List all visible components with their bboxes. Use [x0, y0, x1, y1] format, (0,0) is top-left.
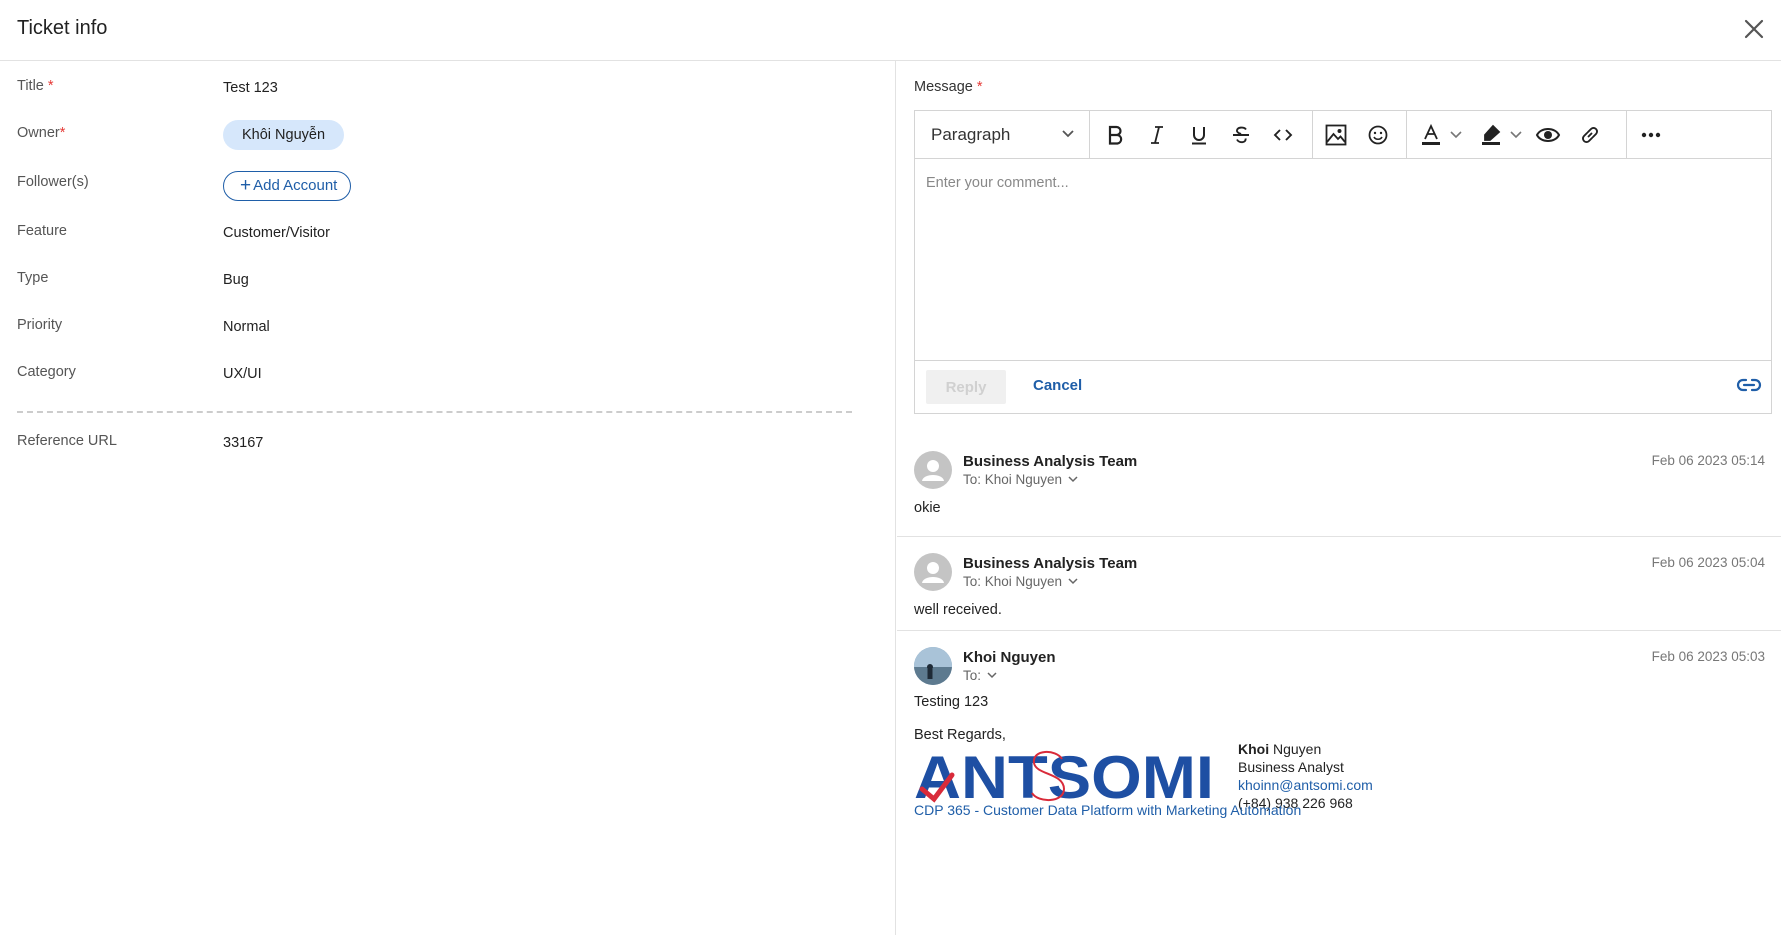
- field-label: Reference URL: [17, 433, 117, 449]
- field-category: Category UX/UI: [17, 364, 877, 394]
- message-item: Business Analysis Team To: Khoi Nguyen F…: [897, 536, 1781, 630]
- field-label: Title *: [17, 78, 54, 94]
- signature-email-link[interactable]: khoinn@antsomi.com: [1238, 776, 1373, 794]
- chevron-down-icon: [987, 672, 997, 679]
- editor-toolbar: Paragraph: [915, 111, 1771, 159]
- recipient-toggle[interactable]: To: Khoi Nguyen: [963, 472, 1078, 487]
- avatar: [914, 451, 952, 489]
- field-label: Follower(s): [17, 174, 89, 190]
- feature-value[interactable]: Customer/Visitor: [223, 225, 330, 241]
- sender-name: Business Analysis Team: [963, 453, 1138, 470]
- field-label: Category: [17, 364, 76, 380]
- underline-icon[interactable]: [1185, 121, 1213, 149]
- message-timestamp: Feb 06 2023 05:14: [1651, 453, 1765, 468]
- field-reference-url: Reference URL 33167: [17, 433, 877, 463]
- message-editor: Paragraph Enter your comment... Reply Ca…: [914, 110, 1772, 414]
- add-account-button[interactable]: + Add Account: [223, 171, 352, 201]
- field-followers: Follower(s) + Add Account: [17, 171, 877, 204]
- svg-text:ANTSOMI: ANTSOMI: [914, 747, 1214, 805]
- message-body: okie: [914, 500, 941, 516]
- reference-link[interactable]: 33167: [223, 435, 263, 451]
- chevron-down-icon: [1062, 130, 1074, 138]
- block-format-dropdown[interactable]: Paragraph: [915, 111, 1090, 158]
- sender-name: Business Analysis Team: [963, 555, 1138, 572]
- italic-icon[interactable]: [1143, 121, 1171, 149]
- required-marker: *: [976, 79, 983, 95]
- message-item: Business Analysis Team To: Khoi Nguyen F…: [897, 444, 1781, 536]
- signature-regards: Best Regards,: [914, 727, 1006, 743]
- message-item: Khoi Nguyen To: Feb 06 2023 05:03 Testin…: [897, 630, 1781, 935]
- recipient-toggle[interactable]: To: Khoi Nguyen: [963, 574, 1078, 589]
- code-icon[interactable]: [1269, 121, 1297, 149]
- required-marker: *: [59, 125, 66, 141]
- chevron-down-icon: [1068, 476, 1078, 483]
- field-label: Feature: [17, 223, 67, 239]
- bold-icon[interactable]: [1101, 121, 1129, 149]
- image-icon[interactable]: [1322, 121, 1350, 149]
- signature-name: Khoi Nguyen: [1238, 741, 1322, 757]
- field-owner: Owner* Khôi Nguyễn: [17, 120, 877, 155]
- antsomi-logo: ANTSOMI: [914, 744, 1224, 811]
- link-icon[interactable]: [1576, 121, 1604, 149]
- editor-footer: Reply Cancel: [915, 360, 1771, 413]
- message-panel: Message * Paragraph Enter your comment..…: [897, 61, 1781, 935]
- ticket-fields-panel: Title * Test 123 Owner* Khôi Nguyễn Foll…: [0, 61, 896, 935]
- message-body: well received.: [914, 602, 1002, 618]
- owner-chip[interactable]: Khôi Nguyễn: [223, 120, 345, 150]
- strikethrough-icon[interactable]: [1227, 121, 1255, 149]
- message-label: Message *: [914, 79, 983, 95]
- message-timestamp: Feb 06 2023 05:04: [1651, 555, 1765, 570]
- close-icon[interactable]: [1741, 16, 1767, 42]
- field-feature: Feature Customer/Visitor: [17, 223, 877, 253]
- field-label: Priority: [17, 317, 63, 333]
- field-title: Title * Test 123: [17, 78, 877, 108]
- field-priority: Priority Normal: [17, 317, 877, 347]
- field-type: Type Bug: [17, 270, 877, 300]
- highlight-icon[interactable]: [1477, 121, 1505, 149]
- preview-icon[interactable]: [1534, 121, 1562, 149]
- message-divider: [897, 630, 1781, 631]
- avatar: [914, 553, 952, 591]
- chevron-down-icon[interactable]: [1447, 121, 1465, 149]
- field-label: Type: [17, 270, 49, 286]
- title-value[interactable]: Test 123: [223, 80, 278, 96]
- section-divider: [17, 411, 852, 413]
- message-divider: [897, 536, 1781, 537]
- chevron-down-icon: [1068, 578, 1078, 585]
- plus-icon: +: [240, 175, 252, 196]
- message-timestamp: Feb 06 2023 05:03: [1651, 649, 1765, 664]
- emoji-icon[interactable]: [1364, 121, 1392, 149]
- chevron-down-icon[interactable]: [1507, 121, 1525, 149]
- attachment-link-icon[interactable]: [1735, 375, 1763, 400]
- type-value[interactable]: Bug: [223, 272, 249, 288]
- required-marker: *: [47, 78, 54, 94]
- signature-role: Business Analyst: [1238, 759, 1344, 775]
- avatar: [914, 647, 952, 685]
- cancel-button[interactable]: Cancel: [1033, 377, 1082, 394]
- text-color-icon[interactable]: [1417, 121, 1445, 149]
- priority-value[interactable]: Normal: [223, 319, 270, 335]
- dialog-title: Ticket info: [17, 17, 108, 39]
- reply-button[interactable]: Reply: [926, 370, 1006, 404]
- dialog-header: Ticket info: [0, 0, 1781, 61]
- recipient-toggle[interactable]: To:: [963, 668, 997, 683]
- more-icon[interactable]: [1637, 121, 1665, 149]
- comment-input[interactable]: Enter your comment...: [926, 175, 1069, 191]
- field-label: Owner*: [17, 125, 66, 141]
- signature-tagline-link[interactable]: CDP 365 - Customer Data Platform with Ma…: [914, 802, 1301, 818]
- category-value[interactable]: UX/UI: [223, 366, 262, 382]
- sender-name: Khoi Nguyen: [963, 649, 1056, 666]
- message-body: Testing 123: [914, 694, 989, 710]
